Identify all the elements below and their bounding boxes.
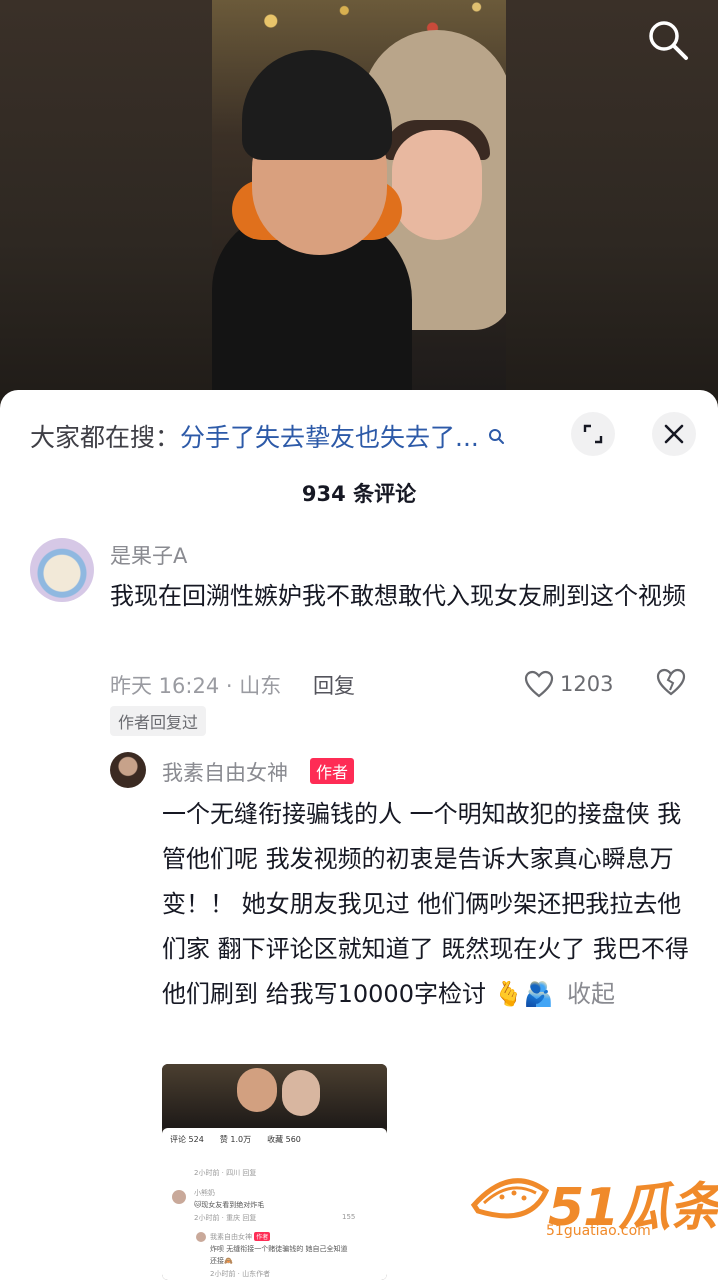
video-person-b-face — [392, 130, 482, 240]
attached-image-header: 评论 524 赞 1.0万 收藏 560 — [170, 1134, 382, 1145]
attached-image-row2-text: 🐱现女友看到绝对炸毛 — [194, 1201, 265, 1209]
avatar[interactable] — [110, 752, 146, 788]
attached-image-row3-username: 我素自由女神 — [210, 1233, 252, 1241]
attached-image-row2-meta: 2小时前 · 重庆 回复 — [194, 1214, 257, 1222]
attached-image-row3-text2: 还接🙈 — [210, 1257, 233, 1265]
collapse-link[interactable]: 收起 — [567, 980, 615, 1008]
comment-sheet: 大家都在搜： 分手了失去挚友也失去了... 934 条评论 是果子A 我现在回溯… — [0, 390, 718, 1280]
expand-icon — [583, 424, 603, 444]
attached-image-avatar — [172, 1190, 186, 1204]
comment-meta: 昨天 16:24 · 山东 — [110, 674, 282, 698]
reply-username[interactable]: 我素自由女神 — [162, 757, 288, 787]
comment-text[interactable]: 我现在回溯性嫉妒我不敢想敢代入现女友刷到这个视频 — [110, 574, 690, 618]
attached-image-row3-meta: 2小时前 · 山东作者 — [210, 1270, 271, 1278]
attached-image-video — [162, 1064, 387, 1128]
comment-username[interactable]: 是果子A — [110, 540, 187, 570]
comment-count-title: 934 条评论 — [301, 482, 417, 506]
hot-search-prefix: 大家都在搜： — [30, 423, 181, 452]
reply-emojis: 🫰🫂 — [493, 980, 554, 1008]
attached-image-row2-likes: 155 — [342, 1213, 356, 1221]
attached-image-person-b — [282, 1070, 320, 1116]
hot-search-query[interactable]: 分手了失去挚友也失去了... — [180, 418, 479, 454]
search-button[interactable] — [646, 18, 690, 62]
attached-image-sheet: 评论 524 赞 1.0万 收藏 560 2小时前 · 四川 回复 小熊奶 🐱现… — [162, 1128, 387, 1280]
watermark-domain: 51guatiao.com — [546, 1223, 651, 1239]
reply-text[interactable]: 一个无缝衔接骗钱的人 一个明知故犯的接盘侠 我管他们呢 我发视频的初衷是告诉大家… — [162, 792, 692, 1017]
like-button[interactable]: 1203 — [524, 666, 613, 702]
attached-image-row1-meta: 2小时前 · 四川 回复 — [194, 1169, 257, 1177]
author-badge: 作者 — [310, 758, 355, 784]
attached-image-row3-user: 我素自由女神 作者 — [210, 1232, 271, 1242]
watermark-melon-icon — [470, 1178, 550, 1219]
attached-image-row3-text: 炸呗 无缝衔接一个赌徒骗钱的 她自己全知道 — [210, 1245, 348, 1253]
dislike-button[interactable] — [656, 668, 686, 700]
like-count: 1203 — [560, 672, 614, 696]
watermark-logo: 51瓜条 51guatiao.com — [470, 1165, 718, 1245]
attached-image-person-a — [237, 1068, 277, 1112]
reply-button[interactable]: 回复 — [313, 670, 355, 700]
reply-body: 一个无缝衔接骗钱的人 一个明知故犯的接盘侠 我管他们呢 我发视频的初衷是告诉大家… — [162, 800, 689, 1008]
search-icon — [649, 21, 688, 60]
heart-icon — [524, 670, 554, 698]
expand-button[interactable] — [571, 412, 615, 456]
attached-image-avatar — [196, 1232, 206, 1242]
attached-image[interactable]: 评论 524 赞 1.0万 收藏 560 2小时前 · 四川 回复 小熊奶 🐱现… — [162, 1064, 387, 1280]
broken-heart-icon — [656, 668, 686, 696]
avatar[interactable] — [30, 538, 94, 602]
attached-image-comments: 评论 524 — [170, 1135, 204, 1144]
attached-image-row3-badge: 作者 — [254, 1232, 271, 1241]
attached-image-row2-user: 小熊奶 — [194, 1189, 215, 1197]
hot-search-icon — [488, 429, 504, 444]
attached-image-likes: 赞 1.0万 — [219, 1135, 252, 1144]
hot-search-bar[interactable]: 大家都在搜： 分手了失去挚友也失去了... — [30, 408, 550, 464]
video-player[interactable] — [212, 0, 506, 390]
attached-image-favs: 收藏 560 — [267, 1135, 301, 1144]
close-button[interactable] — [652, 412, 696, 456]
author-replied-tag: 作者回复过 — [110, 706, 207, 736]
close-icon — [664, 424, 684, 444]
